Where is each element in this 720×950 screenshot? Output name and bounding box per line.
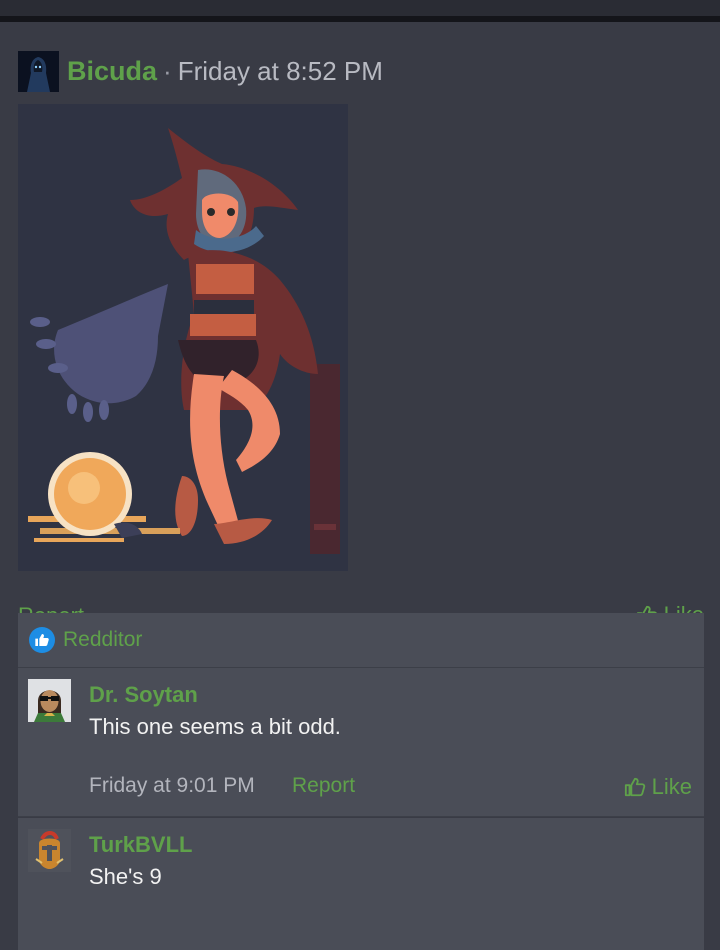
comment-meta: Friday at 9:01 PM Report Like — [89, 772, 692, 802]
comment-author-link[interactable]: TurkBVLL — [89, 832, 192, 858]
reactor-name-link[interactable]: Redditor — [63, 628, 142, 652]
post-image[interactable] — [18, 104, 348, 571]
spartan-helmet-icon — [28, 829, 71, 872]
comment-like-button[interactable]: Like — [624, 774, 692, 800]
header-separator: · — [163, 55, 172, 86]
comment-item: Dr. Soytan This one seems a bit odd. Fri… — [18, 668, 704, 817]
sunglasses-person-icon — [28, 679, 71, 722]
thumbs-up-icon — [624, 777, 645, 797]
comment-timestamp[interactable]: Friday at 9:01 PM — [89, 774, 255, 798]
reactions-summary[interactable]: Redditor — [18, 613, 704, 668]
author-avatar[interactable] — [18, 50, 59, 92]
comment-author-link[interactable]: Dr. Soytan — [89, 682, 198, 708]
strip-edge — [0, 16, 720, 22]
post-header: Bicuda · Friday at 8:52 PM — [18, 50, 383, 92]
comment-text: This one seems a bit odd. — [89, 714, 341, 739]
like-reaction-badge — [29, 627, 55, 653]
witch-artwork-illustration — [18, 104, 348, 571]
comment-item: TurkBVLL She's 9 — [18, 818, 704, 950]
hooded-figure-icon — [18, 50, 59, 92]
previous-post-image-strip — [0, 0, 720, 22]
commenter-avatar[interactable] — [28, 829, 71, 872]
comment-report-link[interactable]: Report — [292, 774, 355, 798]
comment-like-label: Like — [651, 774, 692, 799]
thumbs-up-icon — [35, 634, 49, 646]
post-author-link[interactable]: Bicuda — [67, 56, 157, 87]
comment-text: She's 9 — [89, 864, 162, 889]
commenter-avatar[interactable] — [28, 679, 71, 722]
post-timestamp[interactable]: Friday at 8:52 PM — [178, 56, 383, 87]
